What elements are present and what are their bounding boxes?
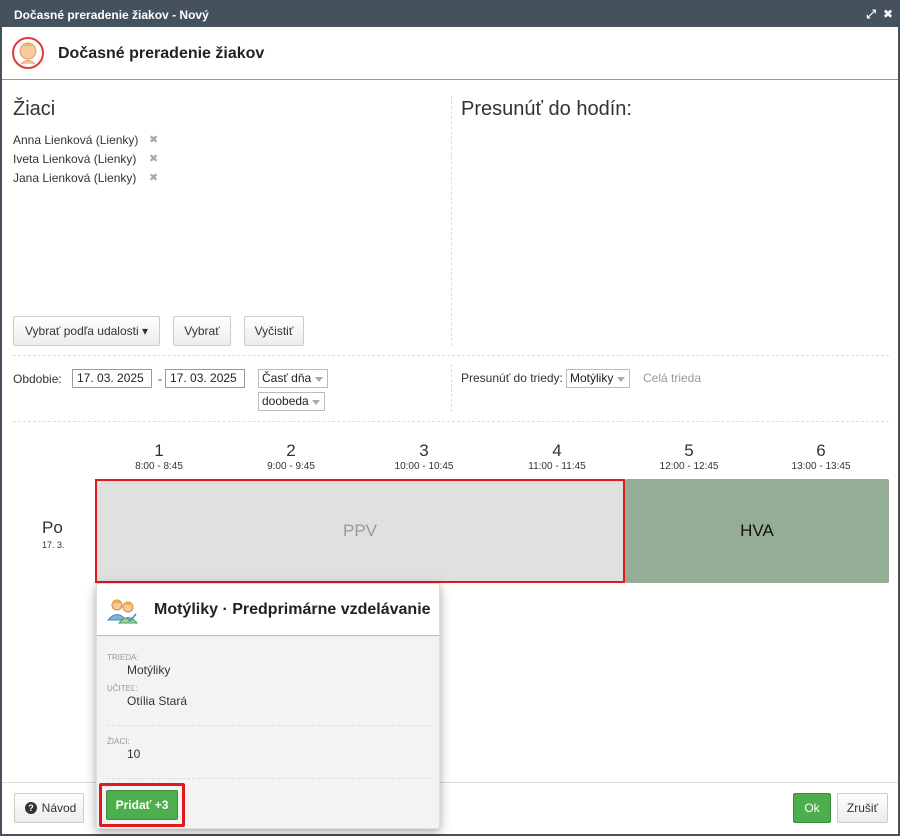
select-by-event-button[interactable]: Vybrať podľa udalosti ▾ [13,316,160,346]
dialog-window: Dočasné preradenie žiakov - Nový ⤢ ✖ Doč… [0,0,900,836]
remove-student-icon[interactable]: ✖ [149,152,158,165]
period-time: 11:00 - 11:45 [528,461,586,472]
section-divider [13,355,889,356]
day-date: 17. 3. [42,540,65,550]
help-button[interactable]: ? Návod [14,793,84,823]
lesson-block-ppv[interactable]: PPV [95,479,625,583]
popup-divider [107,725,430,726]
date-separator: - [158,372,162,386]
morning-select[interactable]: doobeda [258,392,325,411]
window-titlebar[interactable]: Dočasné preradenie žiakov - Nový ⤢ ✖ [2,2,898,27]
chevron-down-icon [617,377,625,382]
remove-student-icon[interactable]: ✖ [149,171,158,184]
student-transfer-icon [12,37,44,69]
student-item: Anna Lienková (Lienky) ✖ [13,133,158,147]
period-label: Obdobie: [13,372,62,386]
class-select[interactable]: Motýliky [566,369,630,388]
cancel-button[interactable]: Zrušiť [837,793,888,823]
filter-divider [451,364,452,412]
date-from-input[interactable]: 17. 03. 2025 [72,369,152,388]
period-time: 9:00 - 9:45 [267,461,315,472]
maximize-icon[interactable]: ⤢ [864,6,878,22]
period-number: 2 [286,441,296,460]
day-name: Po [42,518,63,537]
period-number: 6 [816,441,826,460]
popup-divider [107,778,430,779]
help-icon: ? [25,802,37,814]
period-time: 12:00 - 12:45 [659,461,719,472]
window-title: Dočasné preradenie žiakov - Nový [14,8,209,22]
student-name: Jana Lienková (Lienky) [13,171,137,185]
teacher-label: UČITEĽ: [107,684,138,693]
student-name: Iveta Lienková (Lienky) [13,152,137,166]
lesson-block-hva[interactable]: HVA [625,479,889,583]
section-divider [13,421,889,422]
date-to-input[interactable]: 17. 03. 2025 [165,369,245,388]
student-name: Anna Lienková (Lienky) [13,133,139,147]
class-info-popup: Motýliky · Predprimárne vzdelávanie TRIE… [96,583,440,829]
chevron-down-icon [315,377,323,382]
student-item: Iveta Lienková (Lienky) ✖ [13,152,158,166]
chevron-down-icon [312,400,320,405]
add-students-button[interactable]: Pridať +3 [106,790,178,820]
class-select-value: Motýliky [570,371,614,385]
teacher-value: Otília Stará [127,694,188,708]
help-button-label: Návod [41,801,77,815]
student-item: Jana Lienková (Lienky) ✖ [13,171,158,185]
period-time: 13:00 - 13:45 [791,461,851,472]
dialog-title: Dočasné preradenie žiakov [58,45,265,62]
morning-value: doobeda [262,394,309,408]
day-part-value: Časť dňa [262,371,312,385]
popup-header: Motýliky · Predprimárne vzdelávanie [97,584,439,636]
class-value: Motýliky [127,663,171,677]
students-label: ŽIACI: [107,737,130,746]
period-number: 1 [154,441,164,460]
students-value: 10 [127,747,141,761]
ok-button[interactable]: Ok [793,793,831,823]
students-section-title: Žiaci [13,98,56,120]
period-number: 5 [684,441,694,460]
close-icon[interactable]: ✖ [881,6,895,22]
period-time: 10:00 - 10:45 [394,461,454,472]
group-icon [107,599,139,624]
move-to-class-label: Presunúť do triedy: [461,371,563,385]
remove-student-icon[interactable]: ✖ [149,133,158,146]
move-to-periods-title: Presunúť do hodín: [461,98,632,120]
period-time: 8:00 - 8:45 [135,461,183,472]
add-button-highlight: Pridať +3 [99,783,185,827]
period-number: 4 [552,441,562,460]
popup-title: Motýliky · Predprimárne vzdelávanie [154,601,431,618]
whole-class-link[interactable]: Celá trieda [643,371,701,385]
class-label: TRIEDA: [107,653,139,662]
clear-button[interactable]: Vyčistiť [244,316,304,346]
select-button[interactable]: Vybrať [173,316,231,346]
period-number: 3 [419,441,429,460]
day-part-select[interactable]: Časť dňa [258,369,328,388]
panel-divider [451,96,452,346]
dialog-header: Dočasné preradenie žiakov [2,27,898,80]
